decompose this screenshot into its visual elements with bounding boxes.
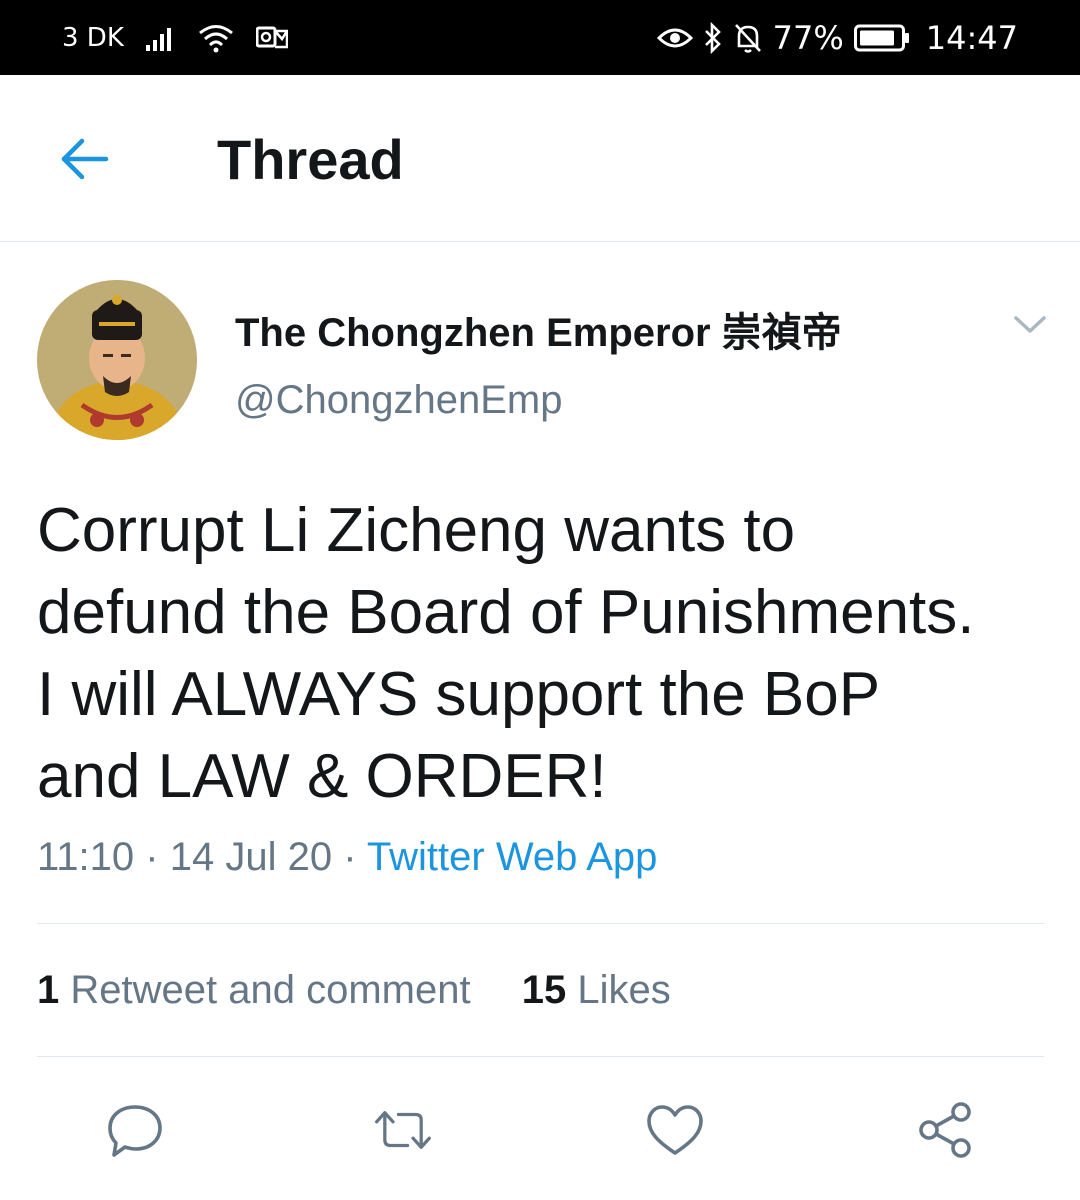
carrier-label: 3 DK [62, 22, 124, 53]
status-bar: 3 DK 77% 14:47 [0, 0, 1080, 75]
likes-label: Likes [577, 968, 671, 1012]
divider [37, 923, 1044, 924]
share-button[interactable] [915, 1100, 975, 1160]
retweet-button[interactable] [373, 1100, 433, 1160]
retweets-stat[interactable]: 1 Retweet and comment [37, 968, 471, 1012]
battery-percent: 77% [772, 18, 844, 57]
like-icon [647, 1105, 703, 1155]
tweet-stats: 1 Retweet and comment 15 Likes [37, 968, 671, 1013]
likes-count: 15 [521, 968, 567, 1012]
eye-icon [656, 26, 693, 50]
meta-separator: · [145, 835, 159, 879]
battery-icon [853, 24, 910, 52]
arrow-left-icon [61, 138, 109, 180]
share-icon [919, 1102, 971, 1158]
tweet-text-line: and LAW & ORDER! [37, 742, 607, 811]
wifi-icon [198, 23, 234, 53]
chevron-down-icon [1014, 316, 1046, 333]
like-button[interactable] [645, 1100, 705, 1160]
author-handle[interactable]: @ChongzhenEmp [235, 378, 562, 423]
clock: 14:47 [925, 18, 1018, 57]
bluetooth-icon [703, 21, 723, 54]
tweet-date: 14 Jul 20 [169, 835, 333, 879]
status-bar-right: 77% 14:47 [656, 0, 1018, 75]
tweet-meta: 11:10 · 14 Jul 20 · Twitter Web App [37, 835, 657, 880]
tweet-text-line: Corrupt Li Zicheng wants to [37, 496, 796, 565]
tweet-text-line: I will ALWAYS support the BoP [37, 660, 881, 729]
meta-separator: · [343, 835, 357, 879]
tweet-text-line: defund the Board of Punishments. [37, 578, 975, 647]
thread-header: Thread [0, 75, 1080, 242]
retweets-label: Retweet and comment [70, 968, 471, 1012]
reply-icon [108, 1105, 162, 1157]
author-name[interactable]: The Chongzhen Emperor 崇禎帝 [235, 300, 842, 358]
back-button[interactable] [52, 133, 116, 185]
avatar[interactable] [37, 280, 197, 440]
retweets-count: 1 [37, 968, 60, 1012]
page-title: Thread [217, 128, 404, 191]
divider [37, 1056, 1044, 1057]
reply-button[interactable] [105, 1100, 165, 1160]
likes-stat[interactable]: 15 Likes [522, 968, 671, 1012]
status-bar-left: 3 DK [62, 0, 288, 75]
tweet-text: Corrupt Li Zicheng wants to defund the B… [37, 490, 1047, 818]
tweet-time: 11:10 [37, 835, 135, 879]
tweet-source-link[interactable]: Twitter Web App [367, 835, 658, 879]
notification-app-icon [255, 25, 288, 51]
signal-icon [145, 25, 176, 51]
retweet-icon [375, 1111, 431, 1149]
bell-off-icon [733, 22, 763, 54]
tweet-menu-button[interactable] [1008, 305, 1052, 345]
